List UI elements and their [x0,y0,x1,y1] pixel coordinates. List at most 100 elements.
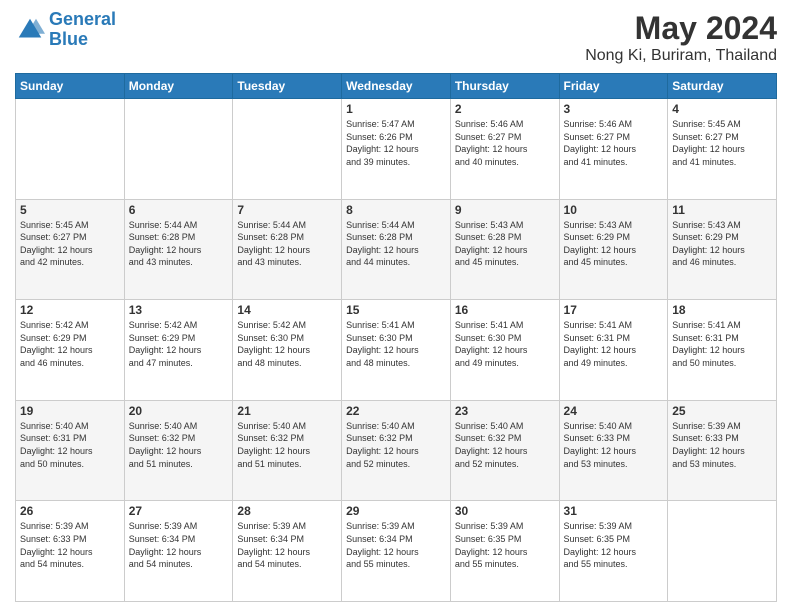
day-info: Sunrise: 5:45 AM Sunset: 6:27 PM Dayligh… [672,118,772,168]
day-number: 12 [20,303,120,317]
day-info: Sunrise: 5:41 AM Sunset: 6:31 PM Dayligh… [564,319,664,369]
day-info: Sunrise: 5:46 AM Sunset: 6:27 PM Dayligh… [564,118,664,168]
calendar-cell [16,99,125,200]
day-info: Sunrise: 5:41 AM Sunset: 6:30 PM Dayligh… [346,319,446,369]
day-number: 3 [564,102,664,116]
day-info: Sunrise: 5:44 AM Sunset: 6:28 PM Dayligh… [346,219,446,269]
calendar-header-row: SundayMondayTuesdayWednesdayThursdayFrid… [16,74,777,99]
day-info: Sunrise: 5:41 AM Sunset: 6:30 PM Dayligh… [455,319,555,369]
calendar-cell: 23 Sunrise: 5:40 AM Sunset: 6:32 PM Dayli… [450,400,559,501]
calendar-cell: 26 Sunrise: 5:39 AM Sunset: 6:33 PM Dayli… [16,501,125,602]
day-info: Sunrise: 5:39 AM Sunset: 6:35 PM Dayligh… [455,520,555,570]
day-number: 25 [672,404,772,418]
day-info: Sunrise: 5:41 AM Sunset: 6:31 PM Dayligh… [672,319,772,369]
calendar-cell: 30 Sunrise: 5:39 AM Sunset: 6:35 PM Dayli… [450,501,559,602]
logo-icon [15,15,45,45]
calendar-dow-monday: Monday [124,74,233,99]
header: General Blue May 2024 Nong Ki, Buriram, … [15,10,777,65]
day-number: 17 [564,303,664,317]
day-info: Sunrise: 5:46 AM Sunset: 6:27 PM Dayligh… [455,118,555,168]
day-number: 29 [346,504,446,518]
calendar-cell [668,501,777,602]
day-info: Sunrise: 5:42 AM Sunset: 6:29 PM Dayligh… [20,319,120,369]
calendar-cell: 11Sunrise: 5:43 AM Sunset: 6:29 PM Dayli… [668,199,777,300]
calendar-cell: 21 Sunrise: 5:40 AM Sunset: 6:32 PM Dayli… [233,400,342,501]
day-info: Sunrise: 5:42 AM Sunset: 6:29 PM Dayligh… [129,319,229,369]
calendar-dow-wednesday: Wednesday [342,74,451,99]
calendar-week-row: 19Sunrise: 5:40 AM Sunset: 6:31 PM Dayli… [16,400,777,501]
calendar-cell: 29 Sunrise: 5:39 AM Sunset: 6:34 PM Dayli… [342,501,451,602]
day-number: 8 [346,203,446,217]
calendar-cell: 8 Sunrise: 5:44 AM Sunset: 6:28 PM Daylig… [342,199,451,300]
calendar-cell: 17 Sunrise: 5:41 AM Sunset: 6:31 PM Dayli… [559,300,668,401]
calendar-cell: 4 Sunrise: 5:45 AM Sunset: 6:27 PM Daylig… [668,99,777,200]
calendar-cell: 9Sunrise: 5:43 AM Sunset: 6:28 PM Daylig… [450,199,559,300]
day-number: 11 [672,203,772,217]
day-info: Sunrise: 5:39 AM Sunset: 6:35 PM Dayligh… [564,520,664,570]
calendar-table: SundayMondayTuesdayWednesdayThursdayFrid… [15,73,777,602]
day-number: 1 [346,102,446,116]
calendar-cell: 7 Sunrise: 5:44 AM Sunset: 6:28 PM Daylig… [233,199,342,300]
day-number: 23 [455,404,555,418]
day-number: 6 [129,203,229,217]
day-number: 26 [20,504,120,518]
day-number: 7 [237,203,337,217]
day-number: 4 [672,102,772,116]
day-number: 28 [237,504,337,518]
calendar-cell [233,99,342,200]
calendar-cell: 10 Sunrise: 5:43 AM Sunset: 6:29 PM Dayli… [559,199,668,300]
day-info: Sunrise: 5:39 AM Sunset: 6:34 PM Dayligh… [346,520,446,570]
logo-text: General Blue [49,10,116,50]
day-info: Sunrise: 5:40 AM Sunset: 6:32 PM Dayligh… [346,420,446,470]
calendar-cell: 25 Sunrise: 5:39 AM Sunset: 6:33 PM Dayli… [668,400,777,501]
calendar-cell: 14Sunrise: 5:42 AM Sunset: 6:30 PM Dayli… [233,300,342,401]
day-number: 10 [564,203,664,217]
day-info: Sunrise: 5:45 AM Sunset: 6:27 PM Dayligh… [20,219,120,269]
calendar-cell: 6Sunrise: 5:44 AM Sunset: 6:28 PM Daylig… [124,199,233,300]
calendar-cell: 24Sunrise: 5:40 AM Sunset: 6:33 PM Dayli… [559,400,668,501]
calendar-cell: 18 Sunrise: 5:41 AM Sunset: 6:31 PM Dayli… [668,300,777,401]
day-number: 21 [237,404,337,418]
logo: General Blue [15,10,116,50]
day-info: Sunrise: 5:40 AM Sunset: 6:32 PM Dayligh… [237,420,337,470]
calendar-week-row: 26 Sunrise: 5:39 AM Sunset: 6:33 PM Dayli… [16,501,777,602]
day-number: 16 [455,303,555,317]
page: General Blue May 2024 Nong Ki, Buriram, … [0,0,792,612]
calendar-cell: 3 Sunrise: 5:46 AM Sunset: 6:27 PM Daylig… [559,99,668,200]
day-number: 5 [20,203,120,217]
day-info: Sunrise: 5:39 AM Sunset: 6:33 PM Dayligh… [672,420,772,470]
day-info: Sunrise: 5:39 AM Sunset: 6:34 PM Dayligh… [129,520,229,570]
calendar-cell: 20 Sunrise: 5:40 AM Sunset: 6:32 PM Dayli… [124,400,233,501]
day-number: 2 [455,102,555,116]
day-info: Sunrise: 5:39 AM Sunset: 6:33 PM Dayligh… [20,520,120,570]
day-number: 19 [20,404,120,418]
calendar-cell: 16 Sunrise: 5:41 AM Sunset: 6:30 PM Dayli… [450,300,559,401]
calendar-cell: 31 Sunrise: 5:39 AM Sunset: 6:35 PM Dayli… [559,501,668,602]
day-number: 30 [455,504,555,518]
calendar-dow-thursday: Thursday [450,74,559,99]
day-info: Sunrise: 5:43 AM Sunset: 6:29 PM Dayligh… [564,219,664,269]
day-number: 14 [237,303,337,317]
day-info: Sunrise: 5:44 AM Sunset: 6:28 PM Dayligh… [237,219,337,269]
day-number: 9 [455,203,555,217]
day-info: Sunrise: 5:40 AM Sunset: 6:33 PM Dayligh… [564,420,664,470]
calendar-dow-sunday: Sunday [16,74,125,99]
day-info: Sunrise: 5:40 AM Sunset: 6:32 PM Dayligh… [129,420,229,470]
calendar-week-row: 5 Sunrise: 5:45 AM Sunset: 6:27 PM Daylig… [16,199,777,300]
day-number: 18 [672,303,772,317]
calendar-cell: 27 Sunrise: 5:39 AM Sunset: 6:34 PM Dayli… [124,501,233,602]
day-info: Sunrise: 5:40 AM Sunset: 6:32 PM Dayligh… [455,420,555,470]
calendar-cell: 15Sunrise: 5:41 AM Sunset: 6:30 PM Dayli… [342,300,451,401]
calendar-cell: 28 Sunrise: 5:39 AM Sunset: 6:34 PM Dayli… [233,501,342,602]
day-info: Sunrise: 5:47 AM Sunset: 6:26 PM Dayligh… [346,118,446,168]
calendar-cell: 13Sunrise: 5:42 AM Sunset: 6:29 PM Dayli… [124,300,233,401]
calendar-cell [124,99,233,200]
day-number: 20 [129,404,229,418]
day-number: 31 [564,504,664,518]
day-number: 27 [129,504,229,518]
day-info: Sunrise: 5:39 AM Sunset: 6:34 PM Dayligh… [237,520,337,570]
calendar-week-row: 1 Sunrise: 5:47 AM Sunset: 6:26 PM Daylig… [16,99,777,200]
calendar-dow-saturday: Saturday [668,74,777,99]
calendar-dow-tuesday: Tuesday [233,74,342,99]
calendar-cell: 2 Sunrise: 5:46 AM Sunset: 6:27 PM Daylig… [450,99,559,200]
